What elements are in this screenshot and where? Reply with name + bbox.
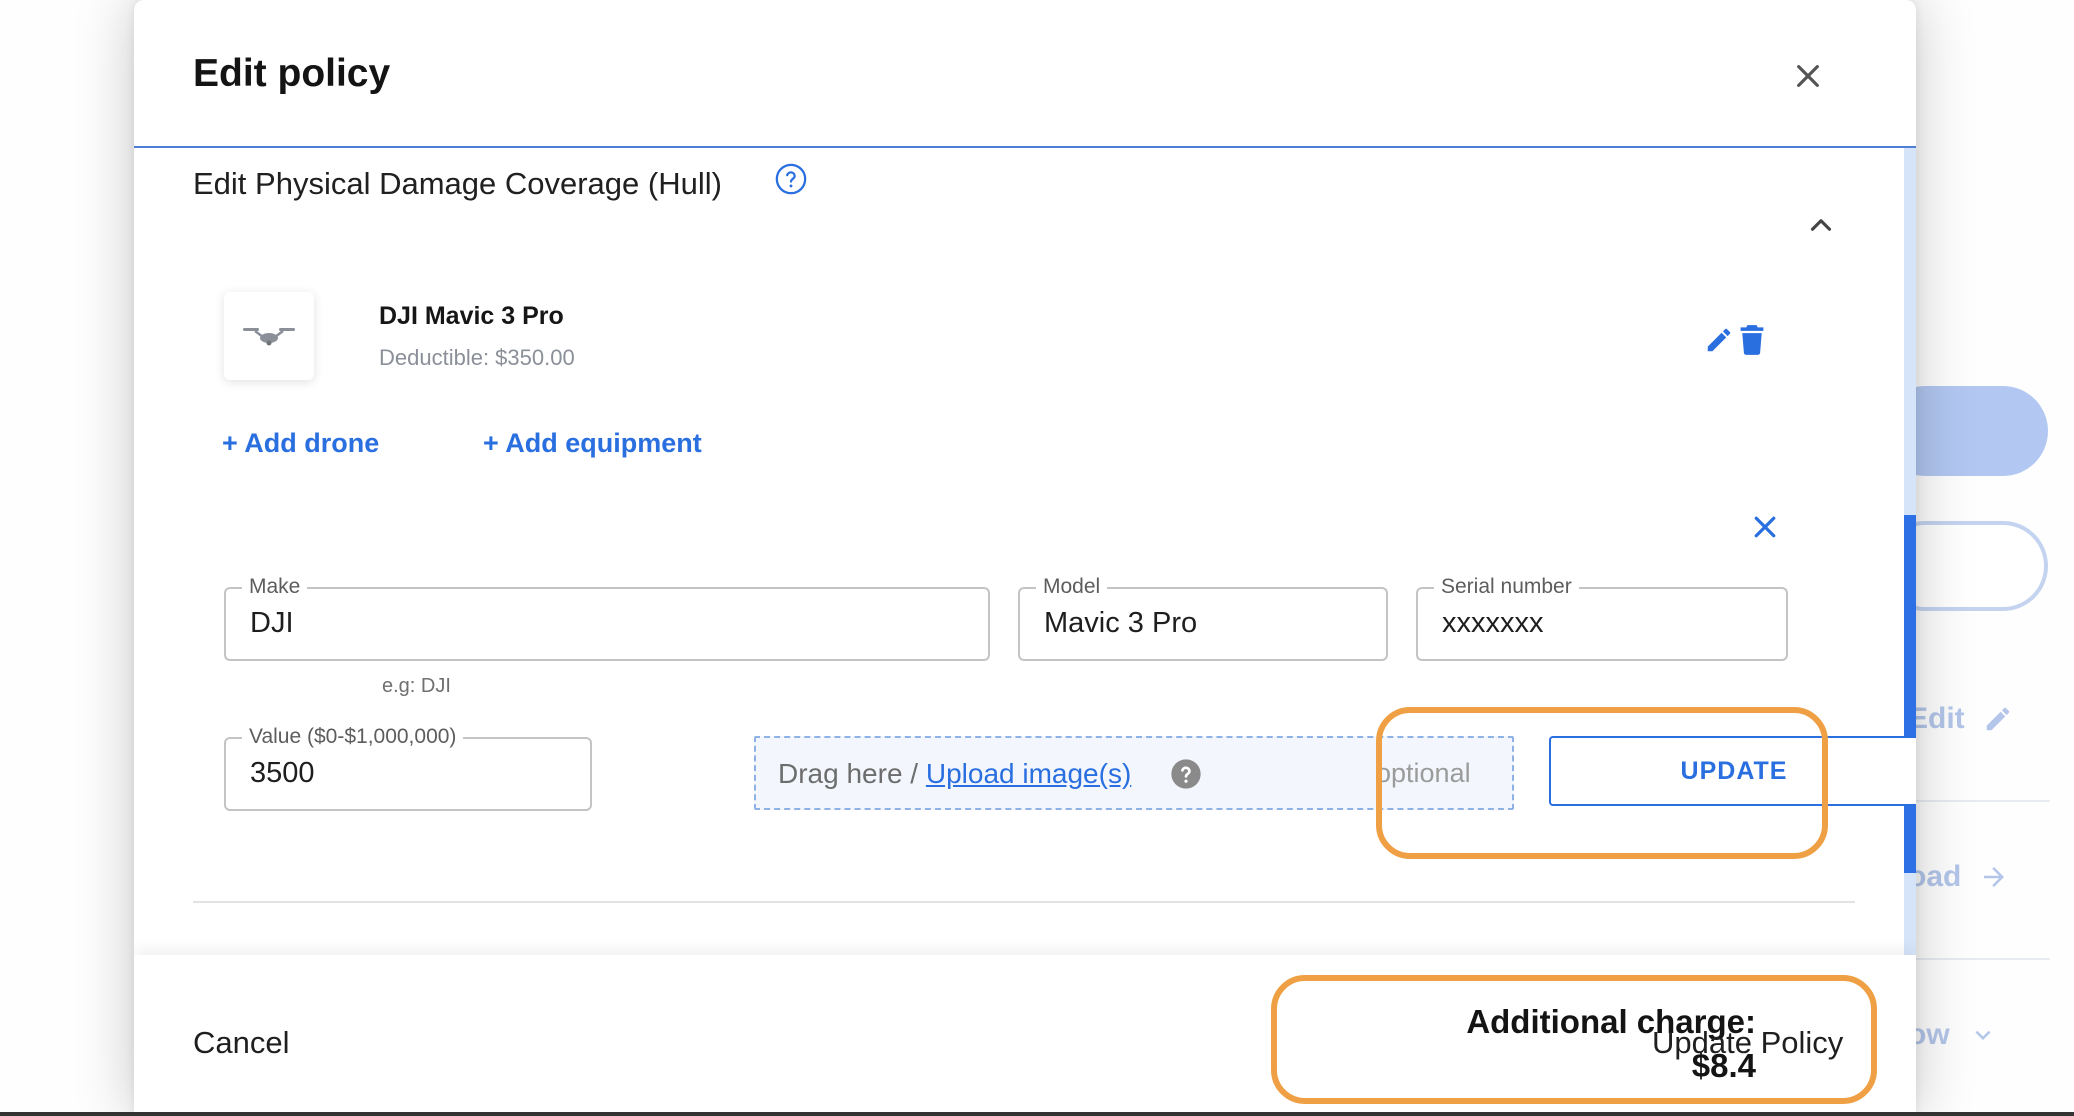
model-label: Model (1036, 574, 1108, 600)
scrollbar-thumb[interactable] (1904, 515, 1916, 873)
screen: Edit oad ow Edit policy Edit Physical Da… (0, 0, 2074, 1116)
drop-zone-prefix: Drag here / (778, 758, 926, 789)
pencil-icon (1986, 707, 2009, 731)
section-divider (193, 901, 1855, 903)
pencil-icon[interactable] (1704, 325, 1734, 355)
model-value[interactable]: Mavic 3 Pro (1044, 607, 1197, 640)
trash-icon[interactable] (1738, 324, 1766, 356)
drone-deductible: Deductible: $350.00 (379, 345, 575, 370)
update-button[interactable]: UPDATE (1549, 736, 1916, 806)
background-edit-label: Edit (1908, 702, 1965, 735)
cancel-button[interactable]: Cancel (193, 1025, 290, 1061)
drone-thumbnail (224, 292, 314, 380)
chevron-down-icon (1975, 1030, 1991, 1040)
modal-title: Edit policy (193, 52, 391, 95)
close-modal-button[interactable] (1784, 52, 1832, 100)
add-equipment-button[interactable]: + Add equipment (483, 428, 702, 459)
bottom-edge (0, 1112, 2074, 1116)
serial-number-value[interactable]: xxxxxxx (1442, 607, 1544, 640)
serial-number-label: Serial number (1434, 574, 1579, 600)
background-upload-link[interactable]: oad (1908, 860, 2009, 894)
serial-number-field[interactable]: Serial number xxxxxxx (1416, 574, 1788, 661)
arrow-right-icon (1984, 867, 2005, 887)
background-divider (1900, 958, 2050, 960)
close-form-icon[interactable] (1750, 512, 1780, 542)
modal-header: Edit policy (134, 0, 1916, 148)
update-policy-button[interactable]: Update Policy (1652, 1025, 1843, 1061)
help-icon[interactable] (1170, 758, 1202, 790)
add-drone-button[interactable]: + Add drone (222, 428, 379, 459)
background-edit-link[interactable]: Edit (1908, 702, 2013, 736)
chevron-up-icon[interactable] (1804, 208, 1838, 242)
background-divider (1900, 800, 2050, 802)
model-field[interactable]: Model Mavic 3 Pro (1018, 574, 1388, 661)
value-value[interactable]: 3500 (250, 757, 315, 790)
value-field[interactable]: Value ($0-$1,000,000) 3500 (224, 724, 592, 811)
modal-footer: Cancel Additional charge: $8.4 Update Po… (134, 955, 1916, 1116)
drone-name: DJI Mavic 3 Pro (379, 302, 564, 330)
background-show-link[interactable]: ow (1908, 1018, 1998, 1052)
section-title: Edit Physical Damage Coverage (Hull) (193, 166, 722, 201)
upload-images-link[interactable]: Upload image(s) (926, 758, 1131, 789)
make-field[interactable]: Make DJI (224, 574, 990, 661)
optional-label: optional (1376, 758, 1471, 788)
drop-zone-text: Drag here / Upload image(s) (778, 758, 1131, 790)
edit-policy-modal: Edit policy Edit Physical Damage Coverag… (134, 0, 1916, 1116)
drone-icon (243, 328, 295, 346)
make-helper-text: e.g: DJI (382, 675, 451, 697)
background-upload-label: oad (1908, 860, 1962, 893)
value-label: Value ($0-$1,000,000) (242, 724, 464, 750)
image-drop-zone[interactable]: Drag here / Upload image(s) optional (754, 736, 1514, 810)
help-circle-icon[interactable] (774, 162, 808, 196)
close-icon (1797, 65, 1819, 87)
make-value[interactable]: DJI (250, 607, 294, 640)
make-label: Make (242, 574, 308, 600)
